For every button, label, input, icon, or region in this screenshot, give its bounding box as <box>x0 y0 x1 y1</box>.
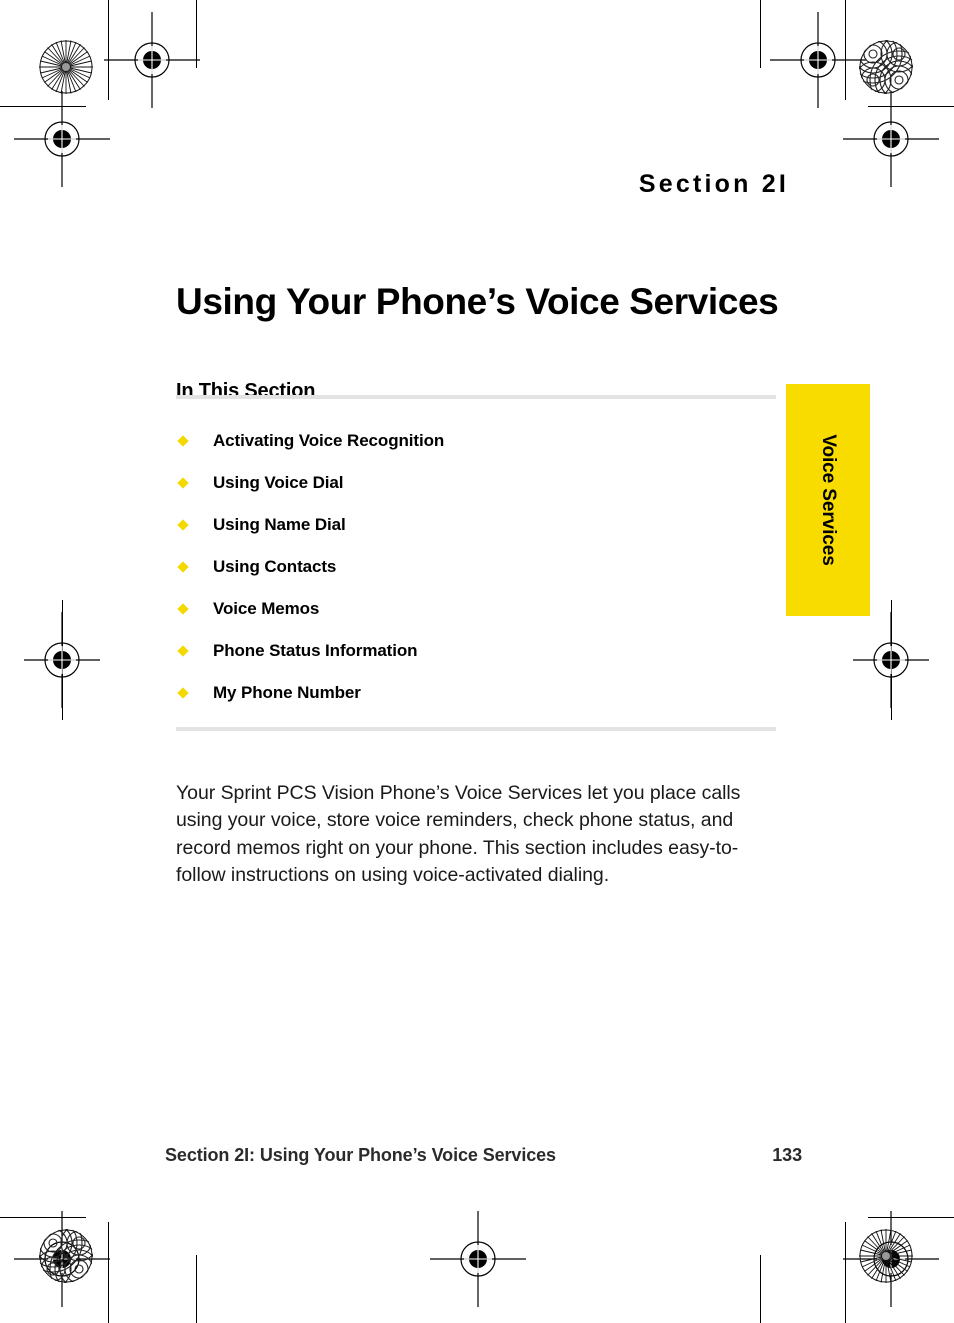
list-item[interactable]: My Phone Number <box>176 672 776 714</box>
registration-target-mid-left <box>12 610 112 710</box>
intro-paragraph: Your Sprint PCS Vision Phone’s Voice Ser… <box>176 781 741 887</box>
footer-section-text: Section 2I: Using Your Phone’s Voice Ser… <box>165 1145 556 1165</box>
rosette-starburst-top-left <box>39 40 93 94</box>
registration-target-top-right <box>841 89 941 189</box>
list-item-label: Using Voice Dial <box>213 473 344 492</box>
crop-line-bottom-center-v <box>196 1255 197 1323</box>
page-footer: Section 2I: Using Your Phone’s Voice Ser… <box>165 1145 802 1166</box>
list-item-label: Using Contacts <box>213 557 337 576</box>
list-item-label: Voice Memos <box>213 599 320 618</box>
crop-line-bottom-center-right-v <box>760 1255 761 1323</box>
side-tab-label: Voice Services <box>818 434 839 566</box>
list-item[interactable]: Phone Status Information <box>176 630 776 672</box>
rosette-moire-top-right <box>859 40 913 94</box>
list-item[interactable]: Using Contacts <box>176 546 776 588</box>
rosette-starburst-bottom-right <box>859 1229 913 1283</box>
rosette-moire-bottom-left <box>39 1229 93 1283</box>
registration-target-top-left-inner <box>102 10 202 110</box>
list-item[interactable]: Using Name Dial <box>176 504 776 546</box>
list-item[interactable]: Activating Voice Recognition <box>176 420 776 462</box>
page-number: 133 <box>772 1145 802 1165</box>
in-this-section-list: Activating Voice Recognition Using Voice… <box>176 420 776 714</box>
registration-target-mid-right <box>841 610 941 710</box>
divider-top <box>176 395 776 399</box>
in-this-section-heading: In This Section <box>176 379 316 402</box>
registration-target-bottom-center <box>428 1209 528 1309</box>
section-label: Section 2I <box>638 170 789 198</box>
list-item-label: My Phone Number <box>213 683 361 702</box>
page-title: Using Your Phone’s Voice Services <box>176 280 779 322</box>
crop-line-top-right-inner-v <box>760 0 761 68</box>
divider-bottom <box>176 727 776 731</box>
list-item-label: Phone Status Information <box>213 641 418 660</box>
side-tab-voice-services: Voice Services <box>786 384 870 616</box>
list-item-label: Using Name Dial <box>213 515 346 534</box>
list-item-label: Activating Voice Recognition <box>213 431 445 450</box>
list-item[interactable]: Voice Memos <box>176 588 776 630</box>
document-page: Section 2I Using Your Phone’s Voice Serv… <box>0 0 954 1323</box>
list-item[interactable]: Using Voice Dial <box>176 462 776 504</box>
